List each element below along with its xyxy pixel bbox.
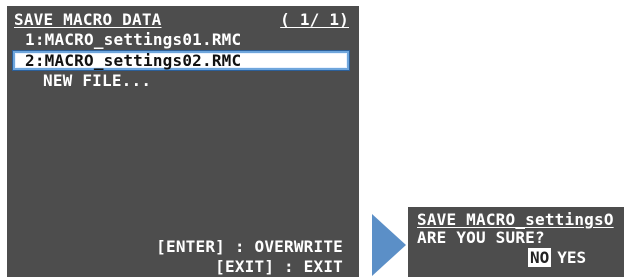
page-indicator: ( 1/ 1) <box>280 10 349 29</box>
dialog-prompt: ARE YOU SURE? <box>417 228 545 247</box>
no-button[interactable]: NO <box>528 248 552 267</box>
file-item-2-selected[interactable]: 2:MACRO_settings02.RMC <box>25 52 241 70</box>
file-item-1[interactable]: 1:MACRO_settings01.RMC <box>25 31 241 49</box>
new-file-item[interactable]: NEW FILE... <box>43 72 151 90</box>
enter-overwrite-hint: [ENTER] : OVERWRITE <box>156 237 343 256</box>
right-triangle-arrow-icon <box>372 214 406 276</box>
panel-title: SAVE MACRO DATA <box>14 10 162 29</box>
save-macro-data-panel: SAVE MACRO DATA ( 1/ 1) 1:MACRO_settings… <box>7 6 359 277</box>
yes-button[interactable]: YES <box>557 248 586 267</box>
dialog-buttons: NO YES <box>528 248 586 267</box>
dialog-title: SAVE MACRO_settingsO <box>417 210 614 229</box>
exit-hint: [EXIT] : EXIT <box>215 257 343 276</box>
confirm-dialog: SAVE MACRO_settingsO ARE YOU SURE? NO YES <box>408 207 624 277</box>
